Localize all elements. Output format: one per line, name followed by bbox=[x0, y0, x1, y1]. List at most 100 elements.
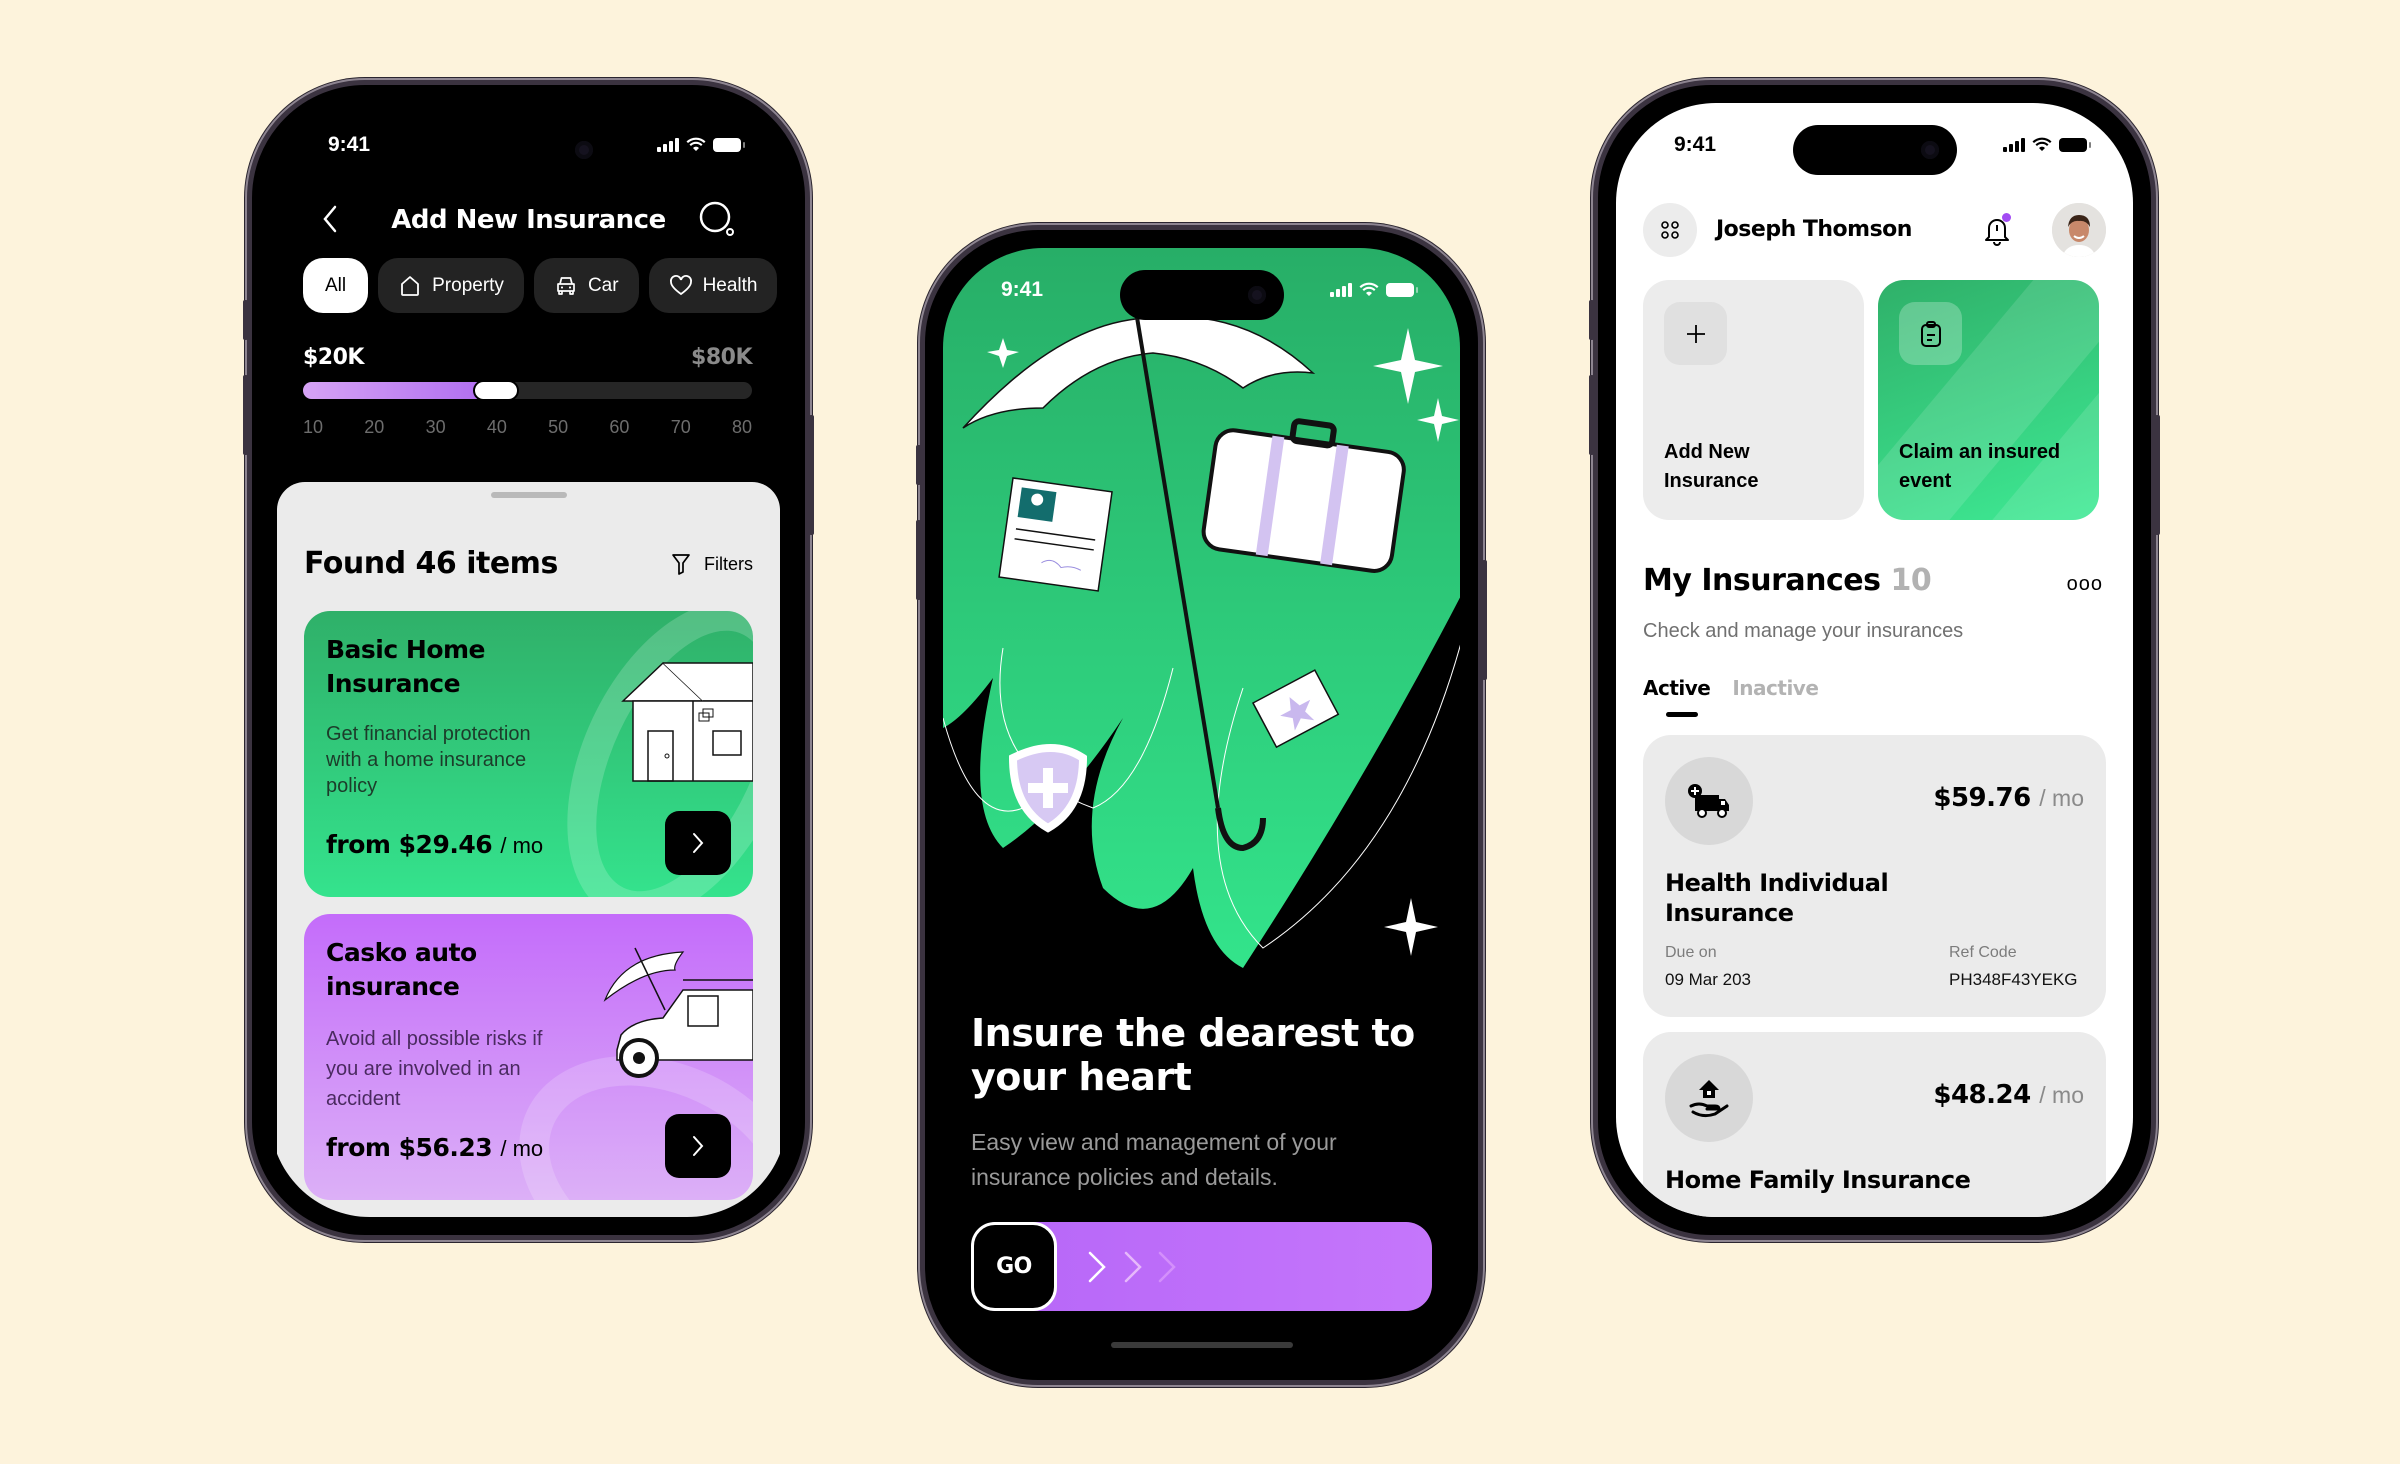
policy-price: $48.24 / mo bbox=[1933, 1080, 2084, 1110]
price-value: $59.76 bbox=[1933, 783, 2031, 813]
onboarding-subtitle: Easy view and management of your insuran… bbox=[971, 1129, 1337, 1190]
slider-tick: 60 bbox=[609, 417, 630, 437]
home-indicator bbox=[1110, 1342, 1293, 1348]
price-range-slider[interactable] bbox=[303, 380, 752, 401]
menu-button[interactable] bbox=[1643, 203, 1697, 257]
grid-dots-icon bbox=[1661, 221, 1679, 239]
slider-tick: 70 bbox=[670, 417, 691, 437]
chevron-right-icon bbox=[693, 1136, 704, 1156]
price-value: $48.24 bbox=[1933, 1080, 2031, 1110]
phone-side-button bbox=[2155, 415, 2160, 535]
slider-fill bbox=[303, 382, 487, 399]
tab-inactive[interactable]: Inactive bbox=[1732, 676, 1819, 700]
chip-health[interactable]: Health bbox=[648, 258, 778, 313]
policy-name: Health Individual Insurance bbox=[1665, 869, 1889, 927]
battery-icon bbox=[713, 137, 745, 152]
phone-side-button bbox=[243, 300, 248, 340]
price-period: / mo bbox=[2039, 785, 2084, 811]
phone-add-new-insurance: 9:41 Add New Insurance All Property Car bbox=[243, 80, 814, 1240]
car-icon bbox=[557, 276, 575, 295]
insurance-card[interactable]: Basic Home Insurance Get financial prote… bbox=[304, 611, 753, 897]
chip-label: Health bbox=[702, 274, 758, 296]
swipe-to-start-slider[interactable]: GO bbox=[971, 1222, 1432, 1311]
policy-icon-circle bbox=[1665, 757, 1753, 845]
add-new-insurance-tile[interactable]: Add New Insurance bbox=[1643, 280, 1864, 520]
card-title: Basic Home Insurance bbox=[326, 635, 486, 698]
avatar[interactable] bbox=[2052, 203, 2106, 257]
phone-side-button bbox=[1589, 375, 1594, 455]
chip-property[interactable]: Property bbox=[378, 258, 524, 313]
signal-icon bbox=[2003, 137, 2025, 152]
claim-insured-event-tile[interactable]: Claim an insured event bbox=[1878, 280, 2099, 520]
chip-car[interactable]: Car bbox=[533, 258, 639, 313]
screen: 9:41 Insure the dearest to your heart Ea… bbox=[943, 248, 1460, 1362]
card-description: Avoid all possible risks if you are invo… bbox=[326, 1028, 543, 1110]
filters-label: Filters bbox=[704, 553, 753, 574]
status-bar: 9:41 bbox=[943, 274, 1460, 304]
notification-dot bbox=[2002, 213, 2011, 222]
policy-card[interactable]: $48.24 / mo Home Family Insurance bbox=[1643, 1032, 2106, 1217]
slider-ticks: 10 20 30 40 50 60 70 80 bbox=[303, 417, 752, 438]
phone-side-button bbox=[916, 445, 921, 485]
due-label: Due on bbox=[1665, 944, 1717, 961]
tile-label: Add New Insurance bbox=[1664, 441, 1759, 492]
slider-tick: 30 bbox=[425, 417, 446, 437]
price-period: / mo bbox=[500, 833, 544, 858]
policy-icon-circle bbox=[1665, 1054, 1753, 1142]
results-sheet: Found 46 items Filters Basic Home Insura… bbox=[277, 482, 780, 1217]
notifications-button[interactable] bbox=[1981, 213, 2013, 247]
ref-code-label: Ref Code bbox=[1949, 944, 2017, 961]
heart-icon bbox=[669, 274, 692, 295]
insurance-card[interactable]: Casko auto insurance Avoid all possible … bbox=[304, 914, 753, 1200]
category-chips: All Property Car Health bbox=[303, 258, 787, 313]
search-icon[interactable] bbox=[697, 199, 737, 239]
signal-icon bbox=[657, 137, 679, 152]
policy-card[interactable]: $59.76 / mo Health Individual Insurance … bbox=[1643, 735, 2106, 1017]
section-title-text: My Insurances bbox=[1643, 563, 1881, 598]
insurance-count: 10 bbox=[1890, 563, 1932, 598]
status-bar: 9:41 bbox=[270, 129, 787, 159]
screen: 9:41 Joseph Thomson Add New Insurance Cl… bbox=[1616, 103, 2133, 1217]
chip-all[interactable]: All bbox=[303, 258, 369, 313]
policy-price: $59.76 / mo bbox=[1933, 783, 2084, 813]
price-prefix: from bbox=[326, 1133, 391, 1162]
house-illustration bbox=[621, 661, 753, 782]
home-hand-icon bbox=[1689, 1080, 1729, 1118]
range-max-label: $80K bbox=[691, 345, 752, 370]
card-price: from $29.46 / mo bbox=[326, 830, 543, 859]
car-umbrella-illustration bbox=[603, 947, 753, 1078]
header: Joseph Thomson bbox=[1616, 203, 2133, 263]
tab-active[interactable]: Active bbox=[1643, 676, 1711, 700]
status-tabs: Active Inactive bbox=[1643, 676, 1819, 700]
sheet-grabber[interactable] bbox=[490, 492, 567, 498]
chevron-right-icon bbox=[1088, 1251, 1106, 1283]
go-button[interactable]: GO bbox=[971, 1222, 1057, 1311]
tile-label: Claim an insured event bbox=[1899, 441, 2061, 492]
wifi-icon bbox=[2032, 137, 2052, 151]
slider-tick: 80 bbox=[731, 417, 752, 437]
chip-label: Property bbox=[432, 274, 504, 296]
open-card-button[interactable] bbox=[665, 1114, 731, 1178]
phone-side-button bbox=[1482, 560, 1487, 680]
section-title: My Insurances 10 bbox=[1643, 563, 1932, 598]
chip-label: All bbox=[325, 274, 347, 296]
results-title: Found 46 items bbox=[304, 546, 558, 581]
battery-icon bbox=[2059, 137, 2091, 152]
filter-icon bbox=[672, 554, 690, 575]
battery-icon bbox=[1386, 282, 1418, 297]
policy-name: Home Family Insurance bbox=[1665, 1166, 1971, 1194]
slider-thumb[interactable] bbox=[473, 380, 520, 401]
filters-button[interactable]: Filters bbox=[670, 552, 753, 576]
signal-icon bbox=[1330, 282, 1352, 297]
slider-tick: 10 bbox=[303, 417, 324, 437]
status-bar: 9:41 bbox=[1616, 129, 2133, 159]
ref-code-value: PH348F43YEKG bbox=[1949, 970, 2078, 989]
more-options-icon[interactable]: ooo bbox=[2067, 573, 2103, 596]
price-value: $29.46 bbox=[398, 830, 493, 859]
phone-dashboard: 9:41 Joseph Thomson Add New Insurance Cl… bbox=[1589, 80, 2160, 1240]
phone-side-button bbox=[916, 520, 921, 600]
price-range-labels: $20K $80K bbox=[303, 345, 752, 370]
plus-icon bbox=[1686, 324, 1705, 343]
open-card-button[interactable] bbox=[665, 811, 731, 875]
header: Add New Insurance bbox=[270, 195, 787, 245]
